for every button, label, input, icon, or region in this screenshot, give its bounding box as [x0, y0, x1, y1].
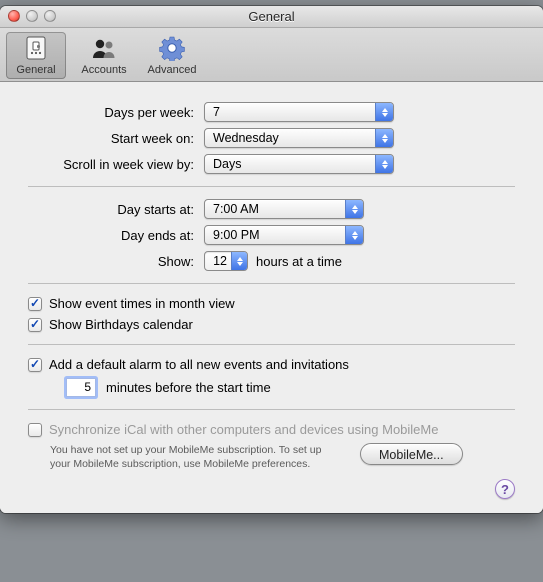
advanced-icon	[142, 34, 202, 62]
toolbar: General Accounts	[0, 28, 543, 82]
close-button[interactable]	[8, 10, 20, 22]
show-event-times-label: Show event times in month view	[49, 296, 235, 311]
mobileme-button[interactable]: MobileMe...	[360, 443, 463, 465]
show-hours-stepper[interactable]: 12	[204, 251, 248, 271]
sync-mobileme-label: Synchronize iCal with other computers an…	[49, 422, 438, 437]
start-week-on-popup[interactable]: Wednesday	[204, 128, 394, 148]
minutes-before-label: minutes before the start time	[106, 380, 271, 395]
show-birthdays-checkbox[interactable]	[28, 318, 42, 332]
chevron-updown-icon	[345, 226, 363, 244]
hours-at-a-time-label: hours at a time	[256, 254, 342, 269]
titlebar: General	[0, 6, 543, 28]
mobileme-info-text: You have not set up your MobileMe subscr…	[50, 443, 340, 471]
tab-advanced[interactable]: Advanced	[142, 32, 202, 79]
alarm-minutes-field[interactable]: 5	[66, 378, 96, 397]
help-button[interactable]: ?	[495, 479, 515, 499]
traffic-lights	[8, 10, 56, 22]
days-per-week-label: Days per week:	[28, 105, 204, 120]
sync-mobileme-checkbox[interactable]	[28, 423, 42, 437]
show-birthdays-label: Show Birthdays calendar	[49, 317, 193, 332]
chevron-updown-icon	[231, 252, 247, 270]
preferences-window: General General	[0, 6, 543, 513]
accounts-icon	[74, 34, 134, 62]
scroll-week-view-value: Days	[205, 157, 375, 171]
tab-general-label: General	[6, 64, 66, 76]
day-starts-label: Day starts at:	[28, 202, 204, 217]
separator	[28, 283, 515, 284]
general-icon	[6, 34, 66, 62]
show-label: Show:	[28, 254, 204, 269]
scroll-week-view-label: Scroll in week view by:	[28, 157, 204, 172]
day-starts-popup[interactable]: 7:00 AM	[204, 199, 364, 219]
show-hours-value: 12	[205, 254, 231, 268]
window-title: General	[248, 9, 294, 24]
show-event-times-checkbox[interactable]	[28, 297, 42, 311]
day-ends-popup[interactable]: 9:00 PM	[204, 225, 364, 245]
start-week-on-label: Start week on:	[28, 131, 204, 146]
default-alarm-label: Add a default alarm to all new events an…	[49, 357, 349, 372]
zoom-button[interactable]	[44, 10, 56, 22]
days-per-week-value: 7	[205, 105, 375, 119]
default-alarm-checkbox[interactable]	[28, 358, 42, 372]
day-ends-value: 9:00 PM	[205, 228, 345, 242]
tab-advanced-label: Advanced	[142, 64, 202, 76]
separator	[28, 409, 515, 410]
chevron-updown-icon	[375, 155, 393, 173]
separator	[28, 186, 515, 187]
separator	[28, 344, 515, 345]
day-starts-value: 7:00 AM	[205, 202, 345, 216]
tab-accounts[interactable]: Accounts	[74, 32, 134, 79]
days-per-week-popup[interactable]: 7	[204, 102, 394, 122]
chevron-updown-icon	[375, 103, 393, 121]
content: Days per week: 7 Start week on: Wednesda…	[0, 82, 543, 513]
day-ends-label: Day ends at:	[28, 228, 204, 243]
scroll-week-view-popup[interactable]: Days	[204, 154, 394, 174]
minimize-button[interactable]	[26, 10, 38, 22]
chevron-updown-icon	[375, 129, 393, 147]
chevron-updown-icon	[345, 200, 363, 218]
tab-general[interactable]: General	[6, 32, 66, 79]
tab-accounts-label: Accounts	[74, 64, 134, 76]
start-week-on-value: Wednesday	[205, 131, 375, 145]
